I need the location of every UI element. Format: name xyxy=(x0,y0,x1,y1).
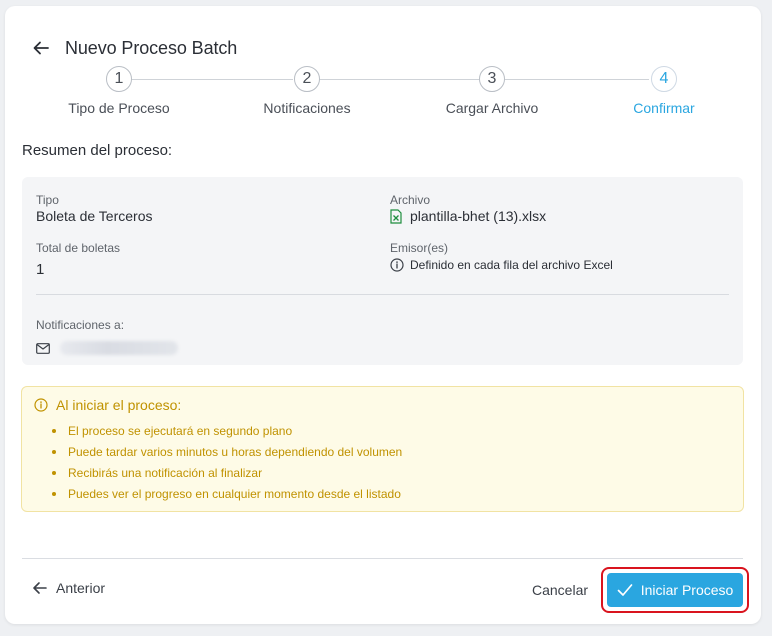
warning-title-row: Al iniciar el proceso: xyxy=(34,397,181,413)
previous-label: Anterior xyxy=(56,580,106,596)
step-number: 3 xyxy=(479,66,505,92)
list-item: Puede tardar varios minutos u horas depe… xyxy=(51,445,402,466)
archivo-label: Archivo xyxy=(390,193,431,207)
step-tipo-de-proceso[interactable]: 1 Tipo de Proceso xyxy=(39,66,199,116)
emisor-value: Definido en cada fila del archivo Excel xyxy=(390,258,613,272)
arrow-left-icon xyxy=(33,582,47,594)
warning-list: El proceso se ejecutará en segundo plano… xyxy=(51,424,402,508)
list-item: Puedes ver el progreso en cualquier mome… xyxy=(51,487,402,508)
start-process-label: Iniciar Proceso xyxy=(640,582,734,598)
summary-panel: Tipo Boleta de Terceros Archivo plantill… xyxy=(22,177,743,365)
tipo-label: Tipo xyxy=(36,193,59,207)
archivo-value: plantilla-bhet (13).xlsx xyxy=(390,208,546,224)
notif-email-row xyxy=(36,341,178,355)
tipo-value: Boleta de Terceros xyxy=(36,208,153,224)
info-circle-icon xyxy=(34,398,48,412)
info-icon xyxy=(390,258,404,272)
mail-icon xyxy=(36,342,50,354)
warning-panel: Al iniciar el proceso: El proceso se eje… xyxy=(21,386,744,512)
step-label: Confirmar xyxy=(633,100,695,116)
cancel-button[interactable]: Cancelar xyxy=(532,582,588,598)
warning-title: Al iniciar el proceso: xyxy=(56,397,182,413)
emisor-text: Definido en cada fila del archivo Excel xyxy=(410,258,613,272)
start-process-button[interactable]: Iniciar Proceso xyxy=(607,573,743,607)
step-cargar-archivo[interactable]: 3 Cargar Archivo xyxy=(412,66,572,116)
list-item: Recibirás una notificación al finalizar xyxy=(51,466,402,487)
arrow-left-icon xyxy=(33,41,49,55)
total-value: 1 xyxy=(36,261,45,278)
step-label: Cargar Archivo xyxy=(445,100,539,116)
footer-divider xyxy=(22,558,743,559)
archivo-filename: plantilla-bhet (13).xlsx xyxy=(410,208,547,224)
step-notificaciones[interactable]: 2 Notificaciones xyxy=(227,66,387,116)
total-label: Total de boletas xyxy=(36,241,121,255)
check-icon xyxy=(617,584,633,596)
step-confirmar[interactable]: 4 Confirmar xyxy=(584,66,744,116)
previous-button[interactable]: Anterior xyxy=(32,580,105,596)
step-number: 2 xyxy=(294,66,320,92)
section-title: Resumen del proceso: xyxy=(22,142,173,159)
summary-divider xyxy=(36,294,729,295)
batch-process-card: Nuevo Proceso Batch 1 Tipo de Proceso 2 … xyxy=(5,6,761,624)
notif-label: Notificaciones a: xyxy=(36,318,125,332)
step-label: Notificaciones xyxy=(263,100,351,116)
step-number: 4 xyxy=(651,66,677,92)
page-header: Nuevo Proceso Batch xyxy=(31,34,237,62)
step-number: 1 xyxy=(106,66,132,92)
stepper: 1 Tipo de Proceso 2 Notificaciones 3 Car… xyxy=(5,66,761,126)
redacted-email xyxy=(60,341,178,355)
excel-file-icon xyxy=(390,208,402,224)
emisor-label: Emisor(es) xyxy=(390,241,449,255)
page-title: Nuevo Proceso Batch xyxy=(65,37,238,58)
start-button-highlight: Iniciar Proceso xyxy=(601,567,749,613)
step-label: Tipo de Proceso xyxy=(68,100,170,116)
back-button[interactable] xyxy=(31,38,51,58)
list-item: El proceso se ejecutará en segundo plano xyxy=(51,424,402,445)
